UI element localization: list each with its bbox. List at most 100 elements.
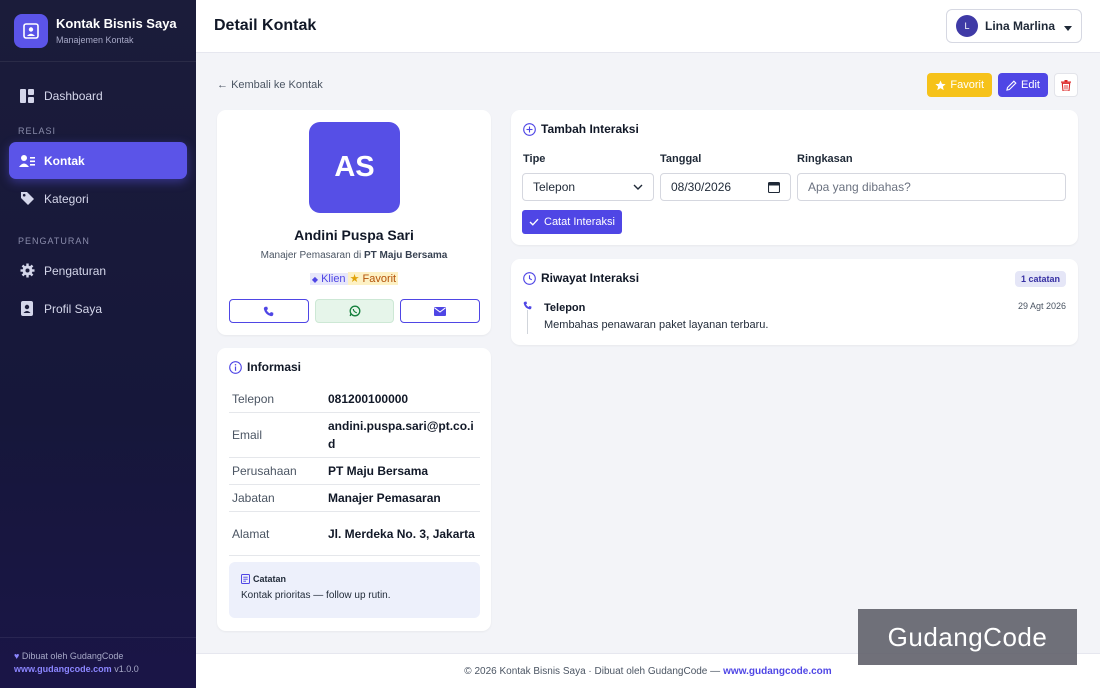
- info-table: Telepon 081200100000 Email andini.puspa.sa…: [229, 386, 480, 556]
- sidebar-item-label: Pengaturan: [44, 263, 107, 278]
- email-button[interactable]: [400, 299, 481, 323]
- arrow-left-icon: ←: [217, 79, 228, 91]
- timeline-line: [527, 310, 528, 334]
- call-button[interactable]: [229, 299, 309, 323]
- sidebar-item-label: Kontak: [44, 153, 85, 168]
- contact-actions: [229, 299, 481, 323]
- caret-down-icon: [1064, 19, 1072, 34]
- phone-icon: [523, 301, 532, 310]
- summary-label: Ringkasan: [797, 153, 853, 165]
- back-link-label: Kembali ke Kontak: [231, 79, 323, 91]
- contact-role-title: Manajer Pemasaran di: [260, 250, 362, 261]
- add-interaction-title: Tambah Interaksi: [523, 122, 639, 136]
- date-input-value: 08/30/2026: [671, 180, 732, 194]
- sidebar: Kontak Bisnis Saya Manajemen Kontak Dash…: [0, 0, 196, 688]
- history-title-text: Riwayat Interaksi: [541, 271, 640, 285]
- note-icon: [241, 574, 250, 584]
- sidebar-item-label: Kategori: [44, 191, 89, 206]
- tag-icon: [19, 191, 35, 207]
- footer-link[interactable]: www.gudangcode.com: [723, 666, 832, 677]
- delete-button[interactable]: [1054, 73, 1078, 97]
- table-row: Jabatan Manajer Pemasaran: [229, 484, 480, 512]
- avatar: L: [955, 15, 978, 37]
- sidebar-item-dashboard[interactable]: Dashboard: [9, 77, 187, 114]
- check-icon: [529, 218, 539, 226]
- history-entry-date: 29 Agt 2026: [1017, 301, 1066, 311]
- clock-icon: [523, 271, 536, 285]
- gear-icon: [19, 263, 35, 279]
- favorite-button[interactable]: Favorit: [927, 73, 993, 97]
- info-key: Telepon: [229, 386, 325, 413]
- nav-section-relasi: RELASI: [18, 126, 57, 136]
- date-label: Tanggal: [660, 153, 702, 165]
- dashboard-icon: [19, 88, 35, 104]
- type-select[interactable]: Telepon: [522, 173, 654, 201]
- note-title: Catatan: [241, 574, 468, 584]
- profile-card: AS Andini Puspa Sari Manajer Pemasaran d…: [217, 110, 491, 335]
- sidebar-item-profil[interactable]: Profil Saya: [9, 290, 187, 327]
- info-key: Alamat: [229, 511, 325, 556]
- sidebar-footer: ♥ Dibuat oleh GudangCode www.gudangcode.…: [0, 637, 196, 688]
- footer-text: © 2026 Kontak Bisnis Saya · Dibuat oleh …: [464, 665, 721, 677]
- sidebar-nav: Dashboard RELASI Kontak Kategori PENGATU…: [0, 62, 196, 327]
- page-title: Detail Kontak: [214, 17, 317, 34]
- user-name: Lina Marlina: [984, 19, 1055, 33]
- info-key: Email: [229, 412, 325, 458]
- type-select-value: Telepon: [533, 180, 576, 194]
- phone-icon: [264, 306, 274, 316]
- footer-link[interactable]: www.gudangcode.com: [14, 664, 112, 674]
- info-icon: [229, 360, 242, 374]
- history-entry-desc: Membahas penawaran paket layanan terbaru…: [544, 319, 769, 331]
- chevron-down-icon: [633, 184, 643, 190]
- back-link[interactable]: ← Kembali ke Kontak: [217, 79, 323, 91]
- sidebar-item-kategori[interactable]: Kategori: [9, 180, 187, 217]
- history-title: Riwayat Interaksi: [523, 271, 639, 285]
- date-input[interactable]: 08/30/2026: [660, 173, 791, 201]
- brand[interactable]: Kontak Bisnis Saya Manajemen Kontak: [0, 0, 196, 62]
- tag-klien[interactable]: ◆ Klien: [309, 273, 348, 285]
- type-label: Tipe: [523, 153, 546, 165]
- note-title-text: Catatan: [253, 574, 287, 584]
- calendar-icon: [768, 181, 780, 193]
- envelope-icon: [434, 306, 447, 316]
- plus-circle-icon: [523, 122, 536, 136]
- brand-title: Kontak Bisnis Saya: [56, 16, 177, 31]
- edit-button[interactable]: Edit: [998, 73, 1048, 97]
- info-value: Jl. Merdeka No. 3, Jakarta: [325, 511, 480, 556]
- info-key: Jabatan: [229, 484, 325, 512]
- table-row: Telepon 081200100000: [229, 386, 480, 413]
- sidebar-item-label: Dashboard: [44, 88, 103, 103]
- table-row: Email andini.puspa.sari@pt.co.id: [229, 412, 480, 458]
- log-interaction-button[interactable]: Catat Interaksi: [522, 210, 622, 234]
- contacts-icon: [19, 153, 35, 169]
- brand-subtitle: Manajemen Kontak: [56, 35, 134, 45]
- sidebar-item-pengaturan[interactable]: Pengaturan: [9, 252, 187, 289]
- table-row: Alamat Jl. Merdeka No. 3, Jakarta: [229, 511, 480, 556]
- user-menu-button[interactable]: L Lina Marlina: [945, 9, 1082, 43]
- add-interaction-title-text: Tambah Interaksi: [541, 122, 639, 136]
- contact-name: Andini Puspa Sari: [294, 227, 414, 243]
- info-card-title: Informasi: [229, 360, 301, 374]
- tag-label: Favorit: [362, 273, 397, 285]
- info-value: Manajer Pemasaran: [325, 484, 480, 512]
- profile-icon: [19, 301, 35, 317]
- footer-credit: Dibuat oleh GudangCode: [21, 651, 124, 661]
- favorite-button-label: Favorit: [950, 79, 985, 91]
- add-interaction-card: Tambah Interaksi Tipe Tanggal Ringkasan …: [511, 110, 1078, 245]
- info-value: PT Maju Bersama: [325, 457, 480, 485]
- tag-favorit[interactable]: ★ Favorit: [347, 272, 399, 285]
- whatsapp-button[interactable]: [314, 299, 395, 323]
- contact-tags: ◆ Klien ★ Favorit: [217, 272, 491, 285]
- app-version: v1.0.0: [114, 664, 139, 674]
- log-interaction-label: Catat Interaksi: [544, 216, 615, 228]
- info-value[interactable]: andini.puspa.sari@pt.co.id: [325, 412, 480, 458]
- note-box: Catatan Kontak prioritas — follow up rut…: [229, 562, 480, 618]
- sidebar-item-kontak[interactable]: Kontak: [9, 142, 187, 179]
- sidebar-item-label: Profil Saya: [44, 301, 103, 316]
- summary-placeholder: Apa yang dibahas?: [808, 180, 911, 194]
- action-bar: Favorit Edit: [927, 73, 1078, 97]
- summary-input[interactable]: Apa yang dibahas?: [797, 173, 1066, 201]
- tag-icon: ◆: [311, 275, 319, 284]
- tag-label: Klien: [321, 273, 346, 285]
- info-value[interactable]: 081200100000: [325, 386, 480, 413]
